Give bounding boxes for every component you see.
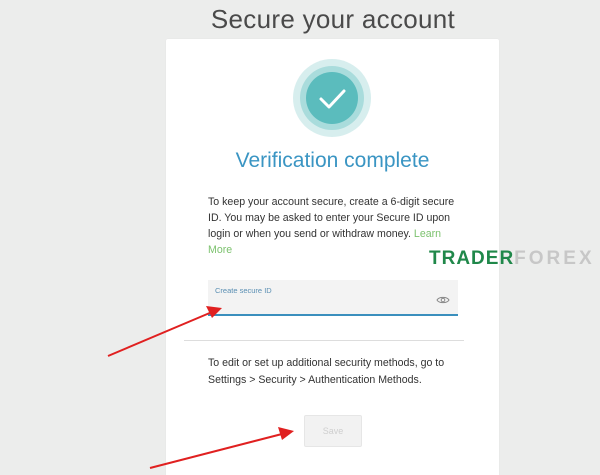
status-badge [293,59,371,137]
page-title: Secure your account [210,4,456,34]
eye-icon[interactable] [436,295,450,305]
divider [184,340,464,341]
save-button[interactable]: Save [304,415,362,447]
verification-title: Verification complete [235,149,430,172]
watermark-part-1: TRADER [429,248,515,269]
page: Secure your account Verification complet… [0,0,600,475]
secure-id-label: Create secure ID [215,286,272,295]
watermark-logo: TRADERFOREX [429,248,595,270]
description-text: To keep your account secure, create a 6-… [208,194,458,258]
security-methods-note: To edit or set up additional security me… [208,357,445,386]
watermark-part-2: FOREX [514,248,595,269]
secure-id-input[interactable] [214,296,428,314]
secure-id-field[interactable]: Create secure ID [208,280,458,316]
checkmark-icon [319,89,346,109]
